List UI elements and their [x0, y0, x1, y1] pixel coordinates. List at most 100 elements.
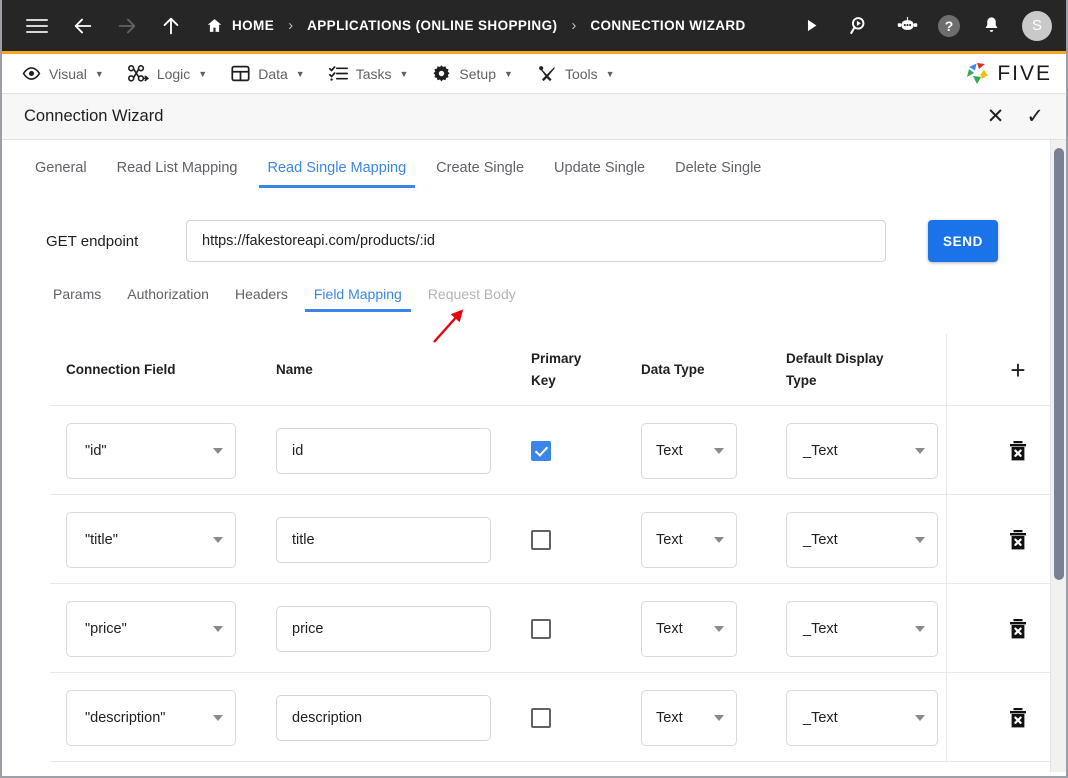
chat-assistant-button[interactable] [890, 9, 924, 43]
name-input[interactable] [276, 694, 491, 741]
data-type-select[interactable]: Text [641, 600, 737, 657]
send-button[interactable]: SEND [928, 220, 998, 262]
application-window: HOME › APPLICATIONS (ONLINE SHOPPING) › … [0, 0, 1068, 778]
menu-item-tasks[interactable]: Tasks ▼ [323, 54, 427, 93]
primary-key-checkbox[interactable] [531, 707, 551, 728]
chevron-down-icon: ▼ [198, 68, 208, 79]
chevron-down-icon: ▼ [94, 68, 104, 79]
column-divider [946, 495, 947, 584]
help-button[interactable]: ? [938, 14, 960, 37]
data-type-select[interactable]: Text [641, 689, 737, 746]
column-divider [946, 406, 947, 495]
default-display-type-select[interactable]: _Text [786, 422, 938, 479]
breadcrumb-label-home: HOME [232, 18, 275, 33]
chevron-down-icon [213, 625, 223, 632]
back-button[interactable] [66, 9, 100, 43]
chevron-down-icon: ▼ [295, 68, 305, 79]
breadcrumb-item-home[interactable]: HOME [206, 17, 274, 34]
table-row: "title" Text [2, 495, 1066, 584]
delete-row-button[interactable] [1008, 440, 1028, 462]
gear-icon [433, 65, 450, 82]
tab-update-single[interactable]: Update Single [539, 160, 660, 188]
connection-field-select[interactable]: "id" [66, 422, 236, 479]
connection-field-value: "price" [85, 620, 127, 637]
hamburger-menu-icon[interactable] [20, 9, 54, 43]
search-button[interactable] [842, 9, 876, 43]
up-button[interactable] [154, 9, 188, 43]
primary-key-checkbox[interactable] [531, 618, 551, 639]
breadcrumb-item-applications[interactable]: APPLICATIONS (ONLINE SHOPPING) [307, 18, 557, 33]
chevron-down-icon [213, 536, 223, 543]
menu-item-setup[interactable]: Setup ▼ [426, 54, 531, 93]
data-type-select[interactable]: Text [641, 511, 737, 568]
avatar[interactable]: S [1022, 10, 1052, 41]
breadcrumb-item-connection-wizard[interactable]: CONNECTION WIZARD [590, 18, 745, 33]
arrow-right-icon [118, 18, 136, 33]
name-input[interactable] [276, 427, 491, 474]
notifications-button[interactable] [974, 9, 1008, 43]
menu-item-visual[interactable]: Visual ▼ [16, 54, 122, 93]
close-icon[interactable]: ✕ [987, 106, 1005, 127]
chevron-down-icon [714, 625, 724, 632]
column-header-default-display-type: Default Display Type [786, 351, 884, 388]
table-row: "id" Text _T [2, 406, 1066, 495]
delete-row-button[interactable] [1008, 618, 1028, 640]
tab-read-list-mapping[interactable]: Read List Mapping [102, 160, 253, 188]
chevron-down-icon [714, 714, 724, 721]
play-icon [807, 19, 816, 32]
endpoint-input[interactable] [186, 220, 886, 262]
table-row: "price" Text [2, 584, 1066, 673]
tab-create-single[interactable]: Create Single [421, 160, 539, 188]
connection-field-select[interactable]: "title" [66, 511, 236, 568]
scrollbar-thumb[interactable] [1054, 148, 1064, 580]
default-display-type-select[interactable]: _Text [786, 689, 938, 746]
connection-field-value: "id" [85, 442, 107, 459]
subtab-params[interactable]: Params [40, 286, 114, 312]
vertical-scrollbar[interactable] [1050, 140, 1066, 772]
menu-item-data[interactable]: Data ▼ [225, 54, 323, 93]
connection-field-select[interactable]: "description" [66, 689, 236, 746]
tab-general[interactable]: General [20, 160, 102, 188]
add-row-button[interactable]: + [1010, 357, 1025, 383]
connection-field-select[interactable]: "price" [66, 600, 236, 657]
trash-icon [1013, 440, 1023, 443]
flow-nodes-icon [127, 65, 149, 82]
menu-item-logic[interactable]: Logic ▼ [122, 54, 225, 93]
menu-item-tools[interactable]: Tools ▼ [531, 54, 633, 93]
column-header-name: Name [276, 362, 313, 377]
delete-row-button[interactable] [1008, 707, 1028, 729]
column-divider [946, 334, 947, 406]
tab-read-single-mapping[interactable]: Read Single Mapping [253, 160, 422, 188]
chevron-down-icon [213, 714, 223, 721]
default-display-type-select[interactable]: _Text [786, 600, 938, 657]
forward-button[interactable] [110, 9, 144, 43]
chat-bot-icon [897, 17, 917, 30]
subtab-authorization[interactable]: Authorization [114, 286, 222, 312]
hamburger-icon [26, 15, 48, 37]
chevron-down-icon: ▼ [504, 68, 513, 79]
endpoint-label: GET endpoint [46, 232, 139, 250]
subtab-field-mapping[interactable]: Field Mapping [301, 286, 415, 312]
primary-key-checkbox[interactable] [531, 440, 551, 461]
run-button[interactable] [794, 9, 828, 43]
arrow-up-icon [163, 17, 179, 34]
primary-key-checkbox[interactable] [531, 529, 551, 550]
data-type-select[interactable]: Text [641, 422, 737, 479]
chevron-down-icon [213, 447, 223, 454]
chevron-down-icon [915, 714, 925, 721]
tab-delete-single[interactable]: Delete Single [660, 160, 776, 188]
five-brand-logo[interactable]: FIVE [963, 60, 1052, 88]
breadcrumb: HOME › APPLICATIONS (ONLINE SHOPPING) › … [206, 17, 746, 34]
breadcrumb-separator: › [288, 17, 294, 34]
subtab-headers[interactable]: Headers [222, 286, 301, 312]
default-display-type-select[interactable]: _Text [786, 511, 938, 568]
delete-row-button[interactable] [1008, 529, 1028, 551]
name-input[interactable] [276, 605, 491, 652]
chevron-down-icon [915, 625, 925, 632]
name-input[interactable] [276, 516, 491, 563]
table-grid-icon [231, 65, 250, 82]
confirm-check-icon[interactable]: ✓ [1026, 106, 1044, 127]
endpoint-row: GET endpoint SEND [2, 188, 1066, 262]
top-navigation-bar: HOME › APPLICATIONS (ONLINE SHOPPING) › … [2, 0, 1066, 54]
trash-icon [1013, 529, 1023, 532]
